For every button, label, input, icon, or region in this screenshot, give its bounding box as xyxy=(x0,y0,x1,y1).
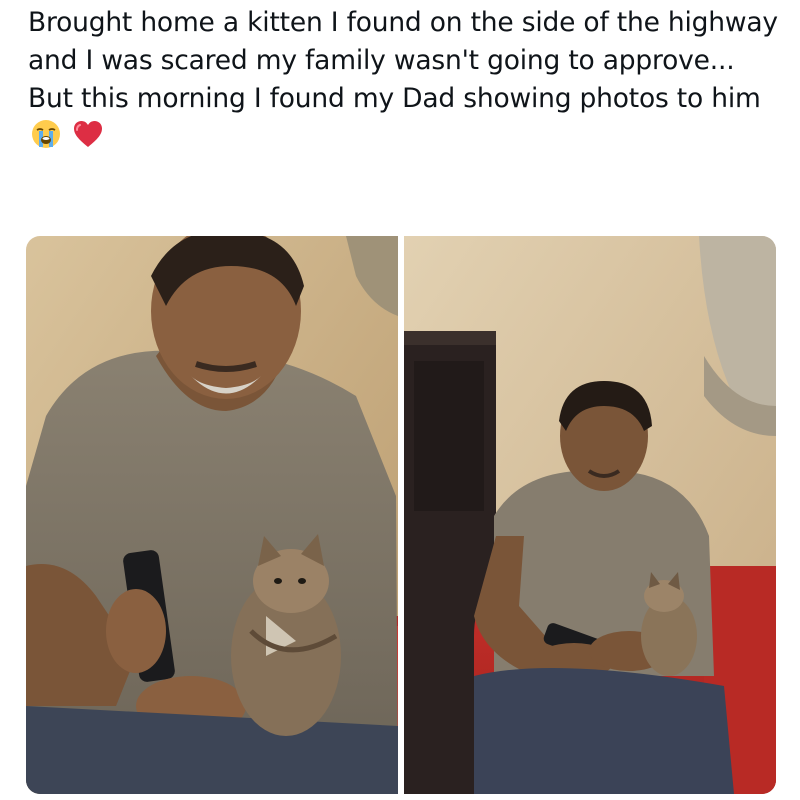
loudly-crying-face-icon xyxy=(30,118,62,150)
post-media[interactable] xyxy=(26,236,776,794)
red-heart-icon xyxy=(72,118,104,150)
post-caption: Brought home a kitten I found on the sid… xyxy=(28,4,778,156)
photo-dad-showing-phone[interactable] xyxy=(26,236,398,794)
photo-dad-on-red-chair[interactable] xyxy=(404,236,776,794)
caption-text: Brought home a kitten I found on the sid… xyxy=(28,7,778,114)
